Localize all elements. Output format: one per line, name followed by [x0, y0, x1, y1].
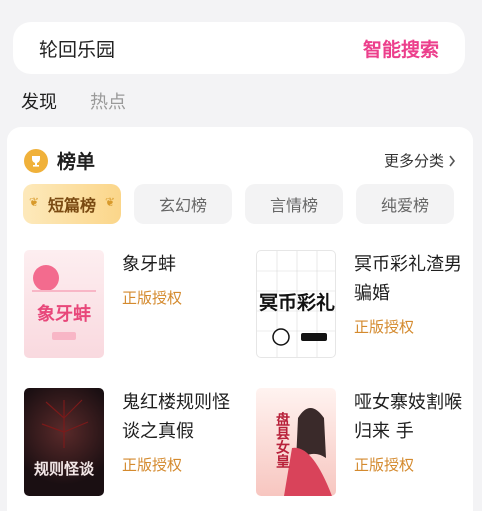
- trophy-icon: [24, 148, 48, 173]
- ranking-title: 榜单: [57, 151, 96, 173]
- book-title: 哑女寨妓割喉归来 手: [354, 392, 462, 442]
- book-cover[interactable]: 盘县女皇: [256, 388, 336, 496]
- book-title: 冥币彩礼渣男骗婚: [354, 254, 462, 304]
- ranking-header: 榜单 更多分类: [24, 147, 456, 174]
- smart-search-button[interactable]: 智能搜索: [363, 35, 439, 62]
- book-item[interactable]: 冥币彩礼 冥币彩礼渣男骗婚 正版授权: [256, 250, 464, 358]
- book-item[interactable]: 规则怪谈 鬼红楼规则怪谈之真假 正版授权: [24, 388, 232, 496]
- chip-bl[interactable]: 纯爱榜: [356, 184, 454, 224]
- cover-title-text: 冥币彩礼: [259, 291, 335, 314]
- book-tag: 正版授权: [122, 456, 183, 474]
- book-item[interactable]: 象牙蚌 象牙蚌 正版授权: [24, 250, 232, 358]
- cover-title-text: 象牙蚌: [37, 303, 91, 325]
- laurel-right-icon: ❦: [104, 195, 115, 209]
- tab-hot[interactable]: 热点: [90, 88, 126, 114]
- book-item[interactable]: 盘县女皇 哑女寨妓割喉归来 手 正版授权: [256, 388, 464, 496]
- more-categories-label: 更多分类: [383, 152, 444, 170]
- book-title: 鬼红楼规则怪谈之真假: [122, 392, 230, 442]
- book-cover[interactable]: 象牙蚌: [24, 250, 104, 358]
- chip-romance[interactable]: 言情榜: [245, 184, 343, 224]
- chip-short-story[interactable]: ❦ 短篇榜 ❦: [23, 184, 121, 224]
- search-bar[interactable]: 轮回乐园 智能搜索: [13, 22, 465, 74]
- book-info: 象牙蚌 正版授权: [122, 250, 232, 358]
- search-input[interactable]: 轮回乐园: [39, 35, 115, 62]
- tab-discover[interactable]: 发现: [21, 88, 57, 114]
- more-categories-link[interactable]: 更多分类: [384, 150, 456, 171]
- book-tag: 正版授权: [354, 456, 415, 474]
- chip-label: 纯爱榜: [380, 196, 429, 215]
- ranking-chips: ❦ 短篇榜 ❦ 玄幻榜 言情榜 纯爱榜: [23, 184, 454, 224]
- book-info: 鬼红楼规则怪谈之真假 正版授权: [122, 388, 232, 496]
- cover-title-text: 盘县女皇: [274, 411, 290, 469]
- chip-label: 玄幻榜: [158, 196, 207, 215]
- book-tag: 正版授权: [122, 289, 183, 307]
- laurel-left-icon: ❦: [29, 195, 40, 209]
- chevron-right-icon: [449, 155, 456, 166]
- chip-label: 短篇榜: [47, 196, 96, 215]
- chip-fantasy[interactable]: 玄幻榜: [134, 184, 232, 224]
- book-info: 冥币彩礼渣男骗婚 正版授权: [354, 250, 464, 358]
- top-tabs: 发现 热点: [21, 88, 126, 114]
- chip-label: 言情榜: [269, 196, 318, 215]
- cover-title-text: 规则怪谈: [34, 460, 95, 478]
- book-cover[interactable]: 冥币彩礼: [256, 250, 336, 358]
- ranking-card: 榜单 更多分类 ❦ 短篇榜 ❦ 玄幻榜 言情榜 纯爱榜 象牙蚌 象牙蚌 正版授权…: [7, 127, 473, 511]
- book-info: 哑女寨妓割喉归来 手 正版授权: [354, 388, 464, 496]
- book-title: 象牙蚌: [122, 254, 176, 275]
- book-tag: 正版授权: [354, 318, 415, 336]
- book-cover[interactable]: 规则怪谈: [24, 388, 104, 496]
